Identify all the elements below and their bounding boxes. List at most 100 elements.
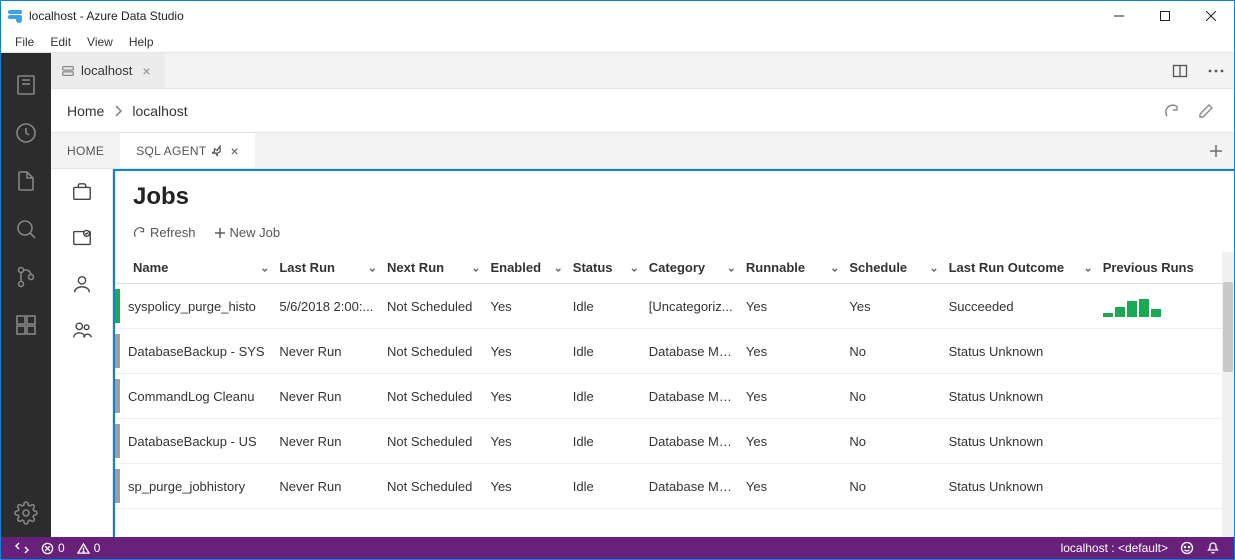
minimize-button[interactable]	[1096, 1, 1142, 31]
edit-icon[interactable]	[1194, 99, 1218, 123]
notifications-icon[interactable]	[1200, 537, 1226, 559]
tab-sql-agent[interactable]: SQL AGENT ×	[120, 133, 255, 168]
activity-tasks-icon[interactable]	[1, 109, 51, 157]
col-next-run[interactable]: Next Run⌄	[381, 252, 484, 284]
pin-icon[interactable]	[212, 145, 224, 157]
table-header-row: Name⌄ Last Run⌄ Next Run⌄ Enabled⌄ Statu…	[115, 252, 1234, 284]
close-icon[interactable]: ×	[230, 143, 238, 159]
col-last-run[interactable]: Last Run⌄	[273, 252, 381, 284]
close-icon[interactable]: ×	[138, 63, 154, 79]
status-indicator	[115, 379, 120, 413]
operators-icon[interactable]	[71, 273, 93, 295]
cell-schedule: No	[843, 329, 942, 374]
scrollbar[interactable]	[1222, 252, 1234, 537]
table-row[interactable]: syspolicy_purge_histo5/6/2018 2:00:...No…	[115, 284, 1234, 329]
add-tab-button[interactable]	[1198, 133, 1234, 168]
activity-source-control-icon[interactable]	[1, 253, 51, 301]
cell-runnable: Yes	[740, 284, 843, 329]
cell-previous-runs	[1097, 284, 1234, 329]
cell-schedule: No	[843, 419, 942, 464]
menu-file[interactable]: File	[7, 33, 42, 51]
col-runnable[interactable]: Runnable⌄	[740, 252, 843, 284]
cell-schedule: No	[843, 374, 942, 419]
col-category[interactable]: Category⌄	[643, 252, 740, 284]
scrollbar-thumb[interactable]	[1223, 282, 1233, 372]
editor-tabs: localhost ×	[51, 53, 1234, 89]
cell-name: sp_purge_jobhistory	[115, 464, 273, 509]
jobs-toolbar: Refresh New Job	[115, 217, 1234, 252]
activity-servers-icon[interactable]	[1, 61, 51, 109]
problems-warnings[interactable]: 0	[71, 537, 107, 559]
table-row[interactable]: DatabaseBackup - SYSNever RunNot Schedul…	[115, 329, 1234, 374]
server-icon	[61, 64, 75, 78]
col-enabled[interactable]: Enabled⌄	[484, 252, 566, 284]
chevron-down-icon: ⌄	[554, 261, 563, 274]
chevron-down-icon: ⌄	[830, 261, 839, 274]
jobs-icon[interactable]	[71, 181, 93, 203]
problems-errors[interactable]: 0	[35, 537, 71, 559]
job-name: CommandLog Cleanu	[128, 389, 254, 404]
table-row[interactable]: DatabaseBackup - US Never RunNot Schedule…	[115, 419, 1234, 464]
cell-previous-runs	[1097, 419, 1234, 464]
cell-status: Idle	[567, 284, 643, 329]
cell-last-run: Never Run	[273, 464, 381, 509]
menu-view[interactable]: View	[79, 33, 121, 51]
titlebar: localhost - Azure Data Studio	[1, 1, 1234, 31]
menu-help[interactable]: Help	[121, 33, 162, 51]
job-name: DatabaseBackup - US	[128, 434, 257, 449]
activity-search-icon[interactable]	[1, 205, 51, 253]
activity-explorer-icon[interactable]	[1, 157, 51, 205]
maximize-button[interactable]	[1142, 1, 1188, 31]
editor-tab-label: localhost	[81, 63, 132, 78]
col-last-outcome[interactable]: Last Run Outcome⌄	[943, 252, 1097, 284]
job-name: DatabaseBackup - SYS	[128, 344, 265, 359]
cell-status: Idle	[567, 464, 643, 509]
table-row[interactable]: sp_purge_jobhistoryNever RunNot Schedule…	[115, 464, 1234, 509]
refresh-button[interactable]: Refresh	[133, 225, 196, 240]
activity-bar	[1, 53, 51, 537]
feedback-icon[interactable]	[1174, 537, 1200, 559]
jobs-panel: Jobs Refresh New Job	[113, 169, 1234, 537]
cell-name: DatabaseBackup - SYS	[115, 329, 273, 374]
chevron-down-icon: ⌄	[1083, 261, 1092, 274]
cell-last-run: Never Run	[273, 419, 381, 464]
jobs-table: Name⌄ Last Run⌄ Next Run⌄ Enabled⌄ Statu…	[115, 252, 1234, 509]
cell-previous-runs	[1097, 374, 1234, 419]
menu-edit[interactable]: Edit	[42, 33, 79, 51]
close-button[interactable]	[1188, 1, 1234, 31]
cell-runnable: Yes	[740, 374, 843, 419]
breadcrumb-localhost[interactable]: localhost	[132, 103, 187, 119]
col-name[interactable]: Name⌄	[115, 252, 273, 284]
cell-name: syspolicy_purge_histo	[115, 284, 273, 329]
cell-next-run: Not Scheduled	[381, 419, 484, 464]
refresh-icon[interactable]	[1160, 99, 1184, 123]
connection-status[interactable]: localhost : <default>	[1055, 537, 1174, 559]
proxies-icon[interactable]	[71, 319, 93, 341]
editor-tab-localhost[interactable]: localhost ×	[51, 53, 165, 88]
breadcrumb-home[interactable]: Home	[67, 103, 104, 119]
more-actions-icon[interactable]	[1198, 53, 1234, 88]
col-schedule[interactable]: Schedule⌄	[843, 252, 942, 284]
cell-enabled: Yes	[484, 329, 566, 374]
cell-next-run: Not Scheduled	[381, 329, 484, 374]
col-prev-runs[interactable]: Previous Runs⌄	[1097, 252, 1234, 284]
split-editor-icon[interactable]	[1162, 53, 1198, 88]
table-row[interactable]: CommandLog CleanuNever RunNot ScheduledY…	[115, 374, 1234, 419]
cell-outcome: Succeeded	[943, 284, 1097, 329]
activity-extensions-icon[interactable]	[1, 301, 51, 349]
job-name: sp_purge_jobhistory	[128, 479, 245, 494]
cell-previous-runs	[1097, 464, 1234, 509]
cell-enabled: Yes	[484, 284, 566, 329]
alerts-icon[interactable]	[71, 227, 93, 249]
col-status[interactable]: Status⌄	[567, 252, 643, 284]
app-icon	[7, 8, 23, 24]
remote-button[interactable]	[9, 537, 35, 559]
cell-runnable: Yes	[740, 464, 843, 509]
cell-category: Database Mai...	[643, 419, 740, 464]
cell-schedule: Yes	[843, 284, 942, 329]
status-indicator	[115, 289, 120, 323]
tab-home[interactable]: HOME	[51, 133, 120, 168]
cell-outcome: Status Unknown	[943, 374, 1097, 419]
new-job-button[interactable]: New Job	[214, 225, 281, 240]
activity-settings-icon[interactable]	[1, 489, 51, 537]
